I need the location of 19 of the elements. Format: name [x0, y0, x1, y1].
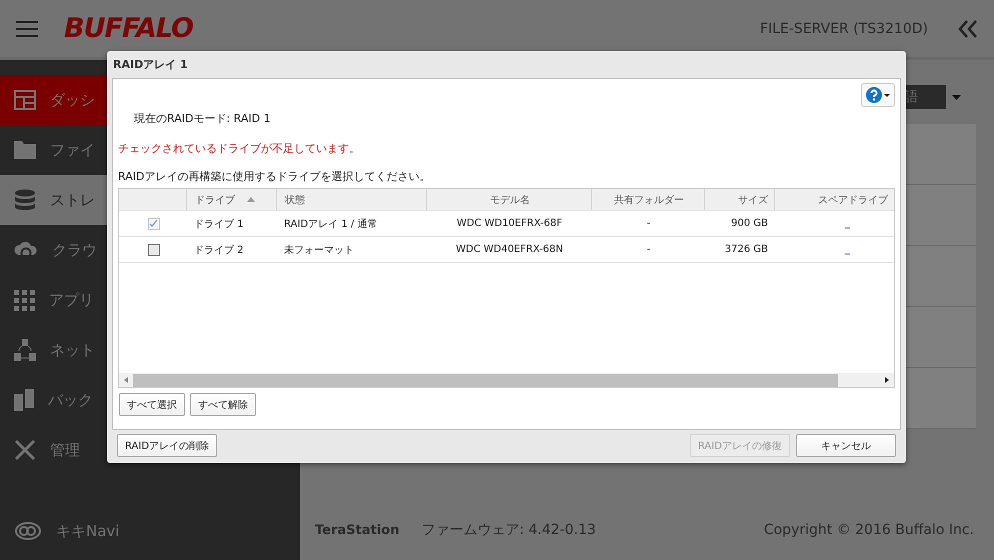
table-cell-text: 未フォーマット: [284, 244, 354, 256]
brand-logo: BUFFALO: [64, 13, 194, 44]
firmware-version: ファームウェア: 4.42-0.13: [421, 521, 596, 539]
table-cell: WDC WD10EFRX-68F: [456, 218, 562, 229]
product-name: TeraStation: [315, 522, 400, 538]
table-cell: -: [646, 244, 650, 255]
copyright: Copyright © 2016 Buffalo Inc.: [764, 522, 974, 538]
table-cell: 3726 GB: [724, 244, 768, 255]
table-cell-text: ドライブ 1: [194, 218, 244, 230]
error-message: チェックされているドライブが不足しています。: [118, 141, 361, 156]
table-cell: -: [646, 218, 650, 229]
table-cell: WDC WD40EFRX-68N: [456, 244, 564, 255]
raid-mode: 現在のRAIDモード: RAID 1: [134, 111, 272, 126]
device-name: FILE-SERVER (TS3210D): [760, 20, 928, 36]
instruction-text: RAIDアレイの再構築に使用するドライブを選択してください。: [118, 169, 432, 184]
table-cell: 900 GB: [731, 218, 768, 229]
table-cell-text: ドライブ 2: [194, 244, 244, 256]
table-cell-text: RAIDアレイ 1 / 通常: [284, 218, 378, 230]
dialog-title: RAIDアレイ 1: [112, 57, 189, 73]
